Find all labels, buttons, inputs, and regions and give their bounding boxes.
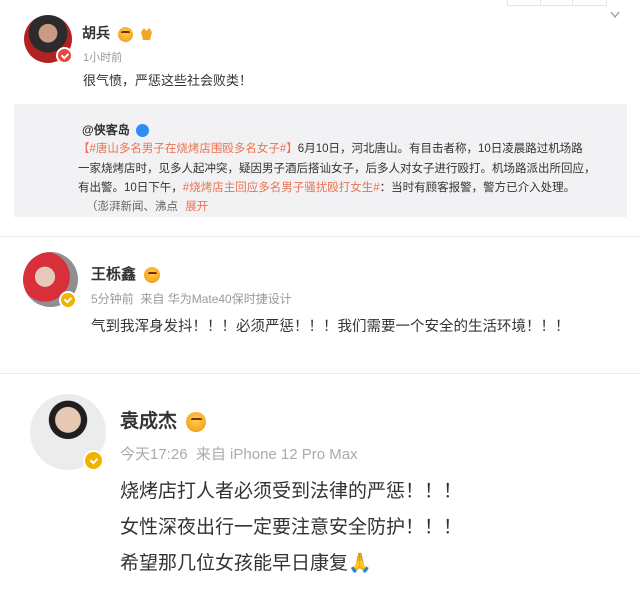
post-text-line-3: 希望那几位女孩能早日康复🙏 bbox=[120, 553, 372, 574]
verified-badge-icon bbox=[136, 124, 150, 138]
post-text: 气到我浑身发抖！！！必须严惩！！！我们需要一个安全的生活环境！！！ bbox=[91, 319, 570, 335]
member-icon bbox=[140, 28, 152, 41]
angry-emoji-icon bbox=[117, 26, 133, 42]
post-text-line-2: 女性深夜出行一定要注意安全防护！！！ bbox=[120, 517, 463, 538]
expand-link[interactable]: 展开 bbox=[185, 201, 208, 213]
repost-line-1: 【#唐山多名男子在烧烤店围殴多名女子#】6月10日，河北唐山。有目击者称，10日… bbox=[78, 143, 583, 155]
repost-author[interactable]: @侠客岛 bbox=[82, 121, 150, 138]
post-meta: 5分钟前 来自 华为Mate40保时捷设计 bbox=[91, 290, 292, 307]
repost-line-3: 有出警。10日下午，#烧烤店主回应多名男子骚扰殴打女生#：当时有顾客报警，警方已… bbox=[78, 182, 576, 194]
divider bbox=[0, 373, 641, 374]
author-name[interactable]: 王栎鑫 bbox=[91, 263, 161, 284]
post-time[interactable]: 5分钟前 bbox=[91, 292, 134, 306]
hashtag-link[interactable]: #烧烤店主回应多名男子骚扰殴打女生# bbox=[183, 182, 380, 194]
divider bbox=[0, 236, 641, 237]
top-tab-strip bbox=[507, 0, 607, 6]
repost-line-2: 一家烧烤店时，见多人起冲突，疑因男子酒后搭讪女子，后多人对女子进行殴打。机场路派… bbox=[78, 163, 596, 175]
chevron-down-icon[interactable] bbox=[609, 10, 621, 20]
verified-badge-icon bbox=[59, 291, 77, 309]
post-text-line-1: 烧烤店打人者必须受到法律的严惩！！！ bbox=[120, 481, 463, 502]
author-name[interactable]: 胡兵 bbox=[82, 23, 154, 43]
repost-line-4: （澎湃新闻、沸点 展开 bbox=[86, 201, 209, 213]
post-meta: 今天17:26 来自 iPhone 12 Pro Max bbox=[120, 443, 358, 464]
post-text: 很气愤，严惩这些社会败类！ bbox=[83, 73, 253, 88]
repost-box[interactable]: @侠客岛 【#唐山多名男子在烧烤店围殴多名女子#】6月10日，河北唐山。有目击者… bbox=[14, 104, 627, 217]
angry-emoji-icon bbox=[186, 411, 207, 432]
author-name[interactable]: 袁成杰 bbox=[120, 406, 207, 433]
hashtag-link[interactable]: 【#唐山多名男子在烧烤店围殴多名女子#】 bbox=[78, 143, 298, 155]
verified-badge-icon bbox=[83, 450, 104, 471]
post-time[interactable]: 今天17:26 bbox=[120, 446, 188, 463]
post-time[interactable]: 1小时前 bbox=[83, 49, 122, 65]
verified-badge-icon bbox=[56, 47, 73, 64]
angry-emoji-icon bbox=[144, 267, 161, 284]
post-source: 来自 iPhone 12 Pro Max bbox=[195, 446, 358, 463]
post-source: 来自 华为Mate40保时捷设计 bbox=[140, 292, 292, 306]
